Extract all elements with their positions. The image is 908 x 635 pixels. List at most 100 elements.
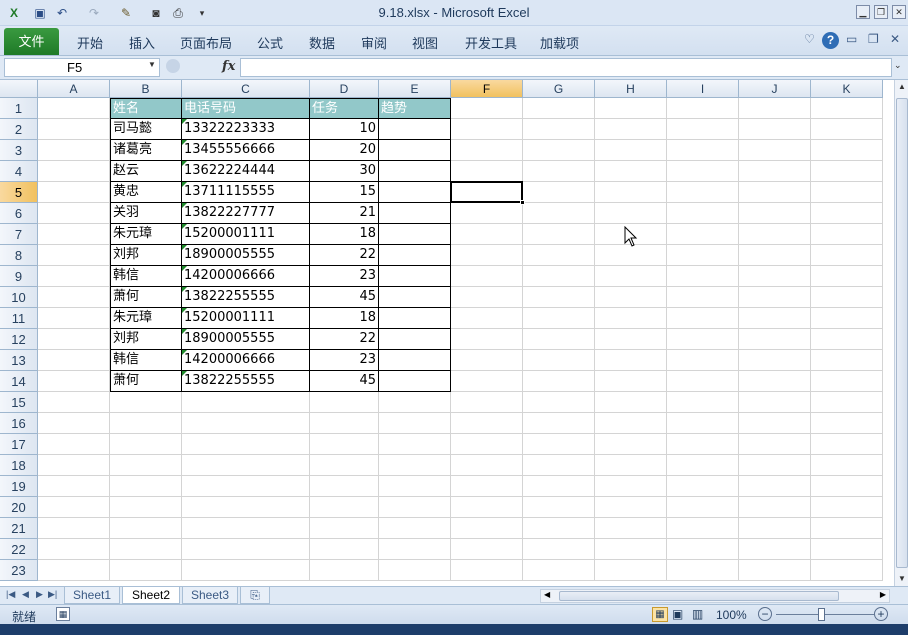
vertical-scroll-thumb[interactable]: [896, 98, 908, 568]
cell-j6[interactable]: [739, 203, 811, 224]
cell-g3[interactable]: [523, 140, 595, 161]
cell-k22[interactable]: [811, 539, 883, 560]
cell-i21[interactable]: [667, 518, 739, 539]
cell-a13[interactable]: [38, 350, 110, 371]
tab-insert[interactable]: 插入: [129, 33, 155, 52]
cell-e12[interactable]: [379, 329, 451, 350]
cell-e7[interactable]: [379, 224, 451, 245]
doc-close-icon[interactable]: ✕: [890, 32, 900, 46]
cell-k3[interactable]: [811, 140, 883, 161]
cell-g1[interactable]: [523, 98, 595, 119]
row-header-17[interactable]: 17: [0, 434, 38, 455]
cell-e10[interactable]: [379, 287, 451, 308]
column-header-g[interactable]: G: [523, 80, 595, 98]
next-sheet-icon[interactable]: ▶: [36, 589, 43, 600]
cell-c7[interactable]: 15200001111: [182, 224, 310, 245]
row-header-4[interactable]: 4: [0, 161, 38, 182]
cell-b15[interactable]: [110, 392, 182, 413]
cell-b8[interactable]: 刘邦: [110, 245, 182, 266]
cell-e22[interactable]: [379, 539, 451, 560]
cell-i17[interactable]: [667, 434, 739, 455]
cell-b4[interactable]: 赵云: [110, 161, 182, 182]
cell-i2[interactable]: [667, 119, 739, 140]
cell-j21[interactable]: [739, 518, 811, 539]
cell-d21[interactable]: [310, 518, 379, 539]
row-header-11[interactable]: 11: [0, 308, 38, 329]
scroll-down-icon[interactable]: ▼: [895, 572, 908, 586]
cell-k10[interactable]: [811, 287, 883, 308]
cell-h9[interactable]: [595, 266, 667, 287]
cell-f20[interactable]: [451, 497, 523, 518]
cell-f14[interactable]: [451, 371, 523, 392]
cell-e20[interactable]: [379, 497, 451, 518]
horizontal-scrollbar[interactable]: ◀ ▶: [540, 589, 890, 603]
normal-view-icon[interactable]: ▦: [652, 607, 668, 622]
cell-b10[interactable]: 萧何: [110, 287, 182, 308]
cell-i16[interactable]: [667, 413, 739, 434]
cell-i11[interactable]: [667, 308, 739, 329]
cell-g15[interactable]: [523, 392, 595, 413]
cell-i5[interactable]: [667, 182, 739, 203]
cell-j18[interactable]: [739, 455, 811, 476]
cell-k19[interactable]: [811, 476, 883, 497]
cell-f7[interactable]: [451, 224, 523, 245]
cell-c12[interactable]: 18900005555: [182, 329, 310, 350]
cell-e9[interactable]: [379, 266, 451, 287]
restore-button[interactable]: ❐: [874, 5, 888, 19]
cell-c23[interactable]: [182, 560, 310, 581]
cell-k12[interactable]: [811, 329, 883, 350]
cell-e18[interactable]: [379, 455, 451, 476]
cell-f18[interactable]: [451, 455, 523, 476]
cell-j14[interactable]: [739, 371, 811, 392]
cell-j11[interactable]: [739, 308, 811, 329]
tab-data[interactable]: 数据: [309, 33, 335, 52]
cell-d2[interactable]: 10: [310, 119, 379, 140]
cell-k7[interactable]: [811, 224, 883, 245]
cell-c14[interactable]: 13822255555: [182, 371, 310, 392]
cell-a19[interactable]: [38, 476, 110, 497]
scroll-left-icon[interactable]: ◀: [544, 590, 550, 599]
column-header-k[interactable]: K: [811, 80, 883, 98]
cell-c21[interactable]: [182, 518, 310, 539]
cell-j3[interactable]: [739, 140, 811, 161]
tab-view[interactable]: 视图: [412, 33, 438, 52]
cell-e3[interactable]: [379, 140, 451, 161]
cell-b5[interactable]: 黄忠: [110, 182, 182, 203]
tab-page-layout[interactable]: 页面布局: [180, 33, 232, 52]
cell-i3[interactable]: [667, 140, 739, 161]
cell-j12[interactable]: [739, 329, 811, 350]
row-header-23[interactable]: 23: [0, 560, 38, 581]
cell-d20[interactable]: [310, 497, 379, 518]
cell-h12[interactable]: [595, 329, 667, 350]
cell-g7[interactable]: [523, 224, 595, 245]
cell-k17[interactable]: [811, 434, 883, 455]
cell-c3[interactable]: 13455556666: [182, 140, 310, 161]
cell-d18[interactable]: [310, 455, 379, 476]
column-header-h[interactable]: H: [595, 80, 667, 98]
cell-h3[interactable]: [595, 140, 667, 161]
cell-k21[interactable]: [811, 518, 883, 539]
cell-f13[interactable]: [451, 350, 523, 371]
cell-c9[interactable]: 14200006666: [182, 266, 310, 287]
cell-c20[interactable]: [182, 497, 310, 518]
cell-b23[interactable]: [110, 560, 182, 581]
cell-b20[interactable]: [110, 497, 182, 518]
cell-h5[interactable]: [595, 182, 667, 203]
cell-b14[interactable]: 萧何: [110, 371, 182, 392]
cell-j8[interactable]: [739, 245, 811, 266]
cell-j1[interactable]: [739, 98, 811, 119]
cell-g4[interactable]: [523, 161, 595, 182]
row-header-18[interactable]: 18: [0, 455, 38, 476]
cell-k13[interactable]: [811, 350, 883, 371]
horizontal-scroll-thumb[interactable]: [559, 591, 839, 601]
cell-f9[interactable]: [451, 266, 523, 287]
cell-i14[interactable]: [667, 371, 739, 392]
cell-k16[interactable]: [811, 413, 883, 434]
row-header-5[interactable]: 5: [0, 182, 38, 203]
cell-a1[interactable]: [38, 98, 110, 119]
cell-h18[interactable]: [595, 455, 667, 476]
cell-i23[interactable]: [667, 560, 739, 581]
cell-g13[interactable]: [523, 350, 595, 371]
cell-h14[interactable]: [595, 371, 667, 392]
cell-a23[interactable]: [38, 560, 110, 581]
